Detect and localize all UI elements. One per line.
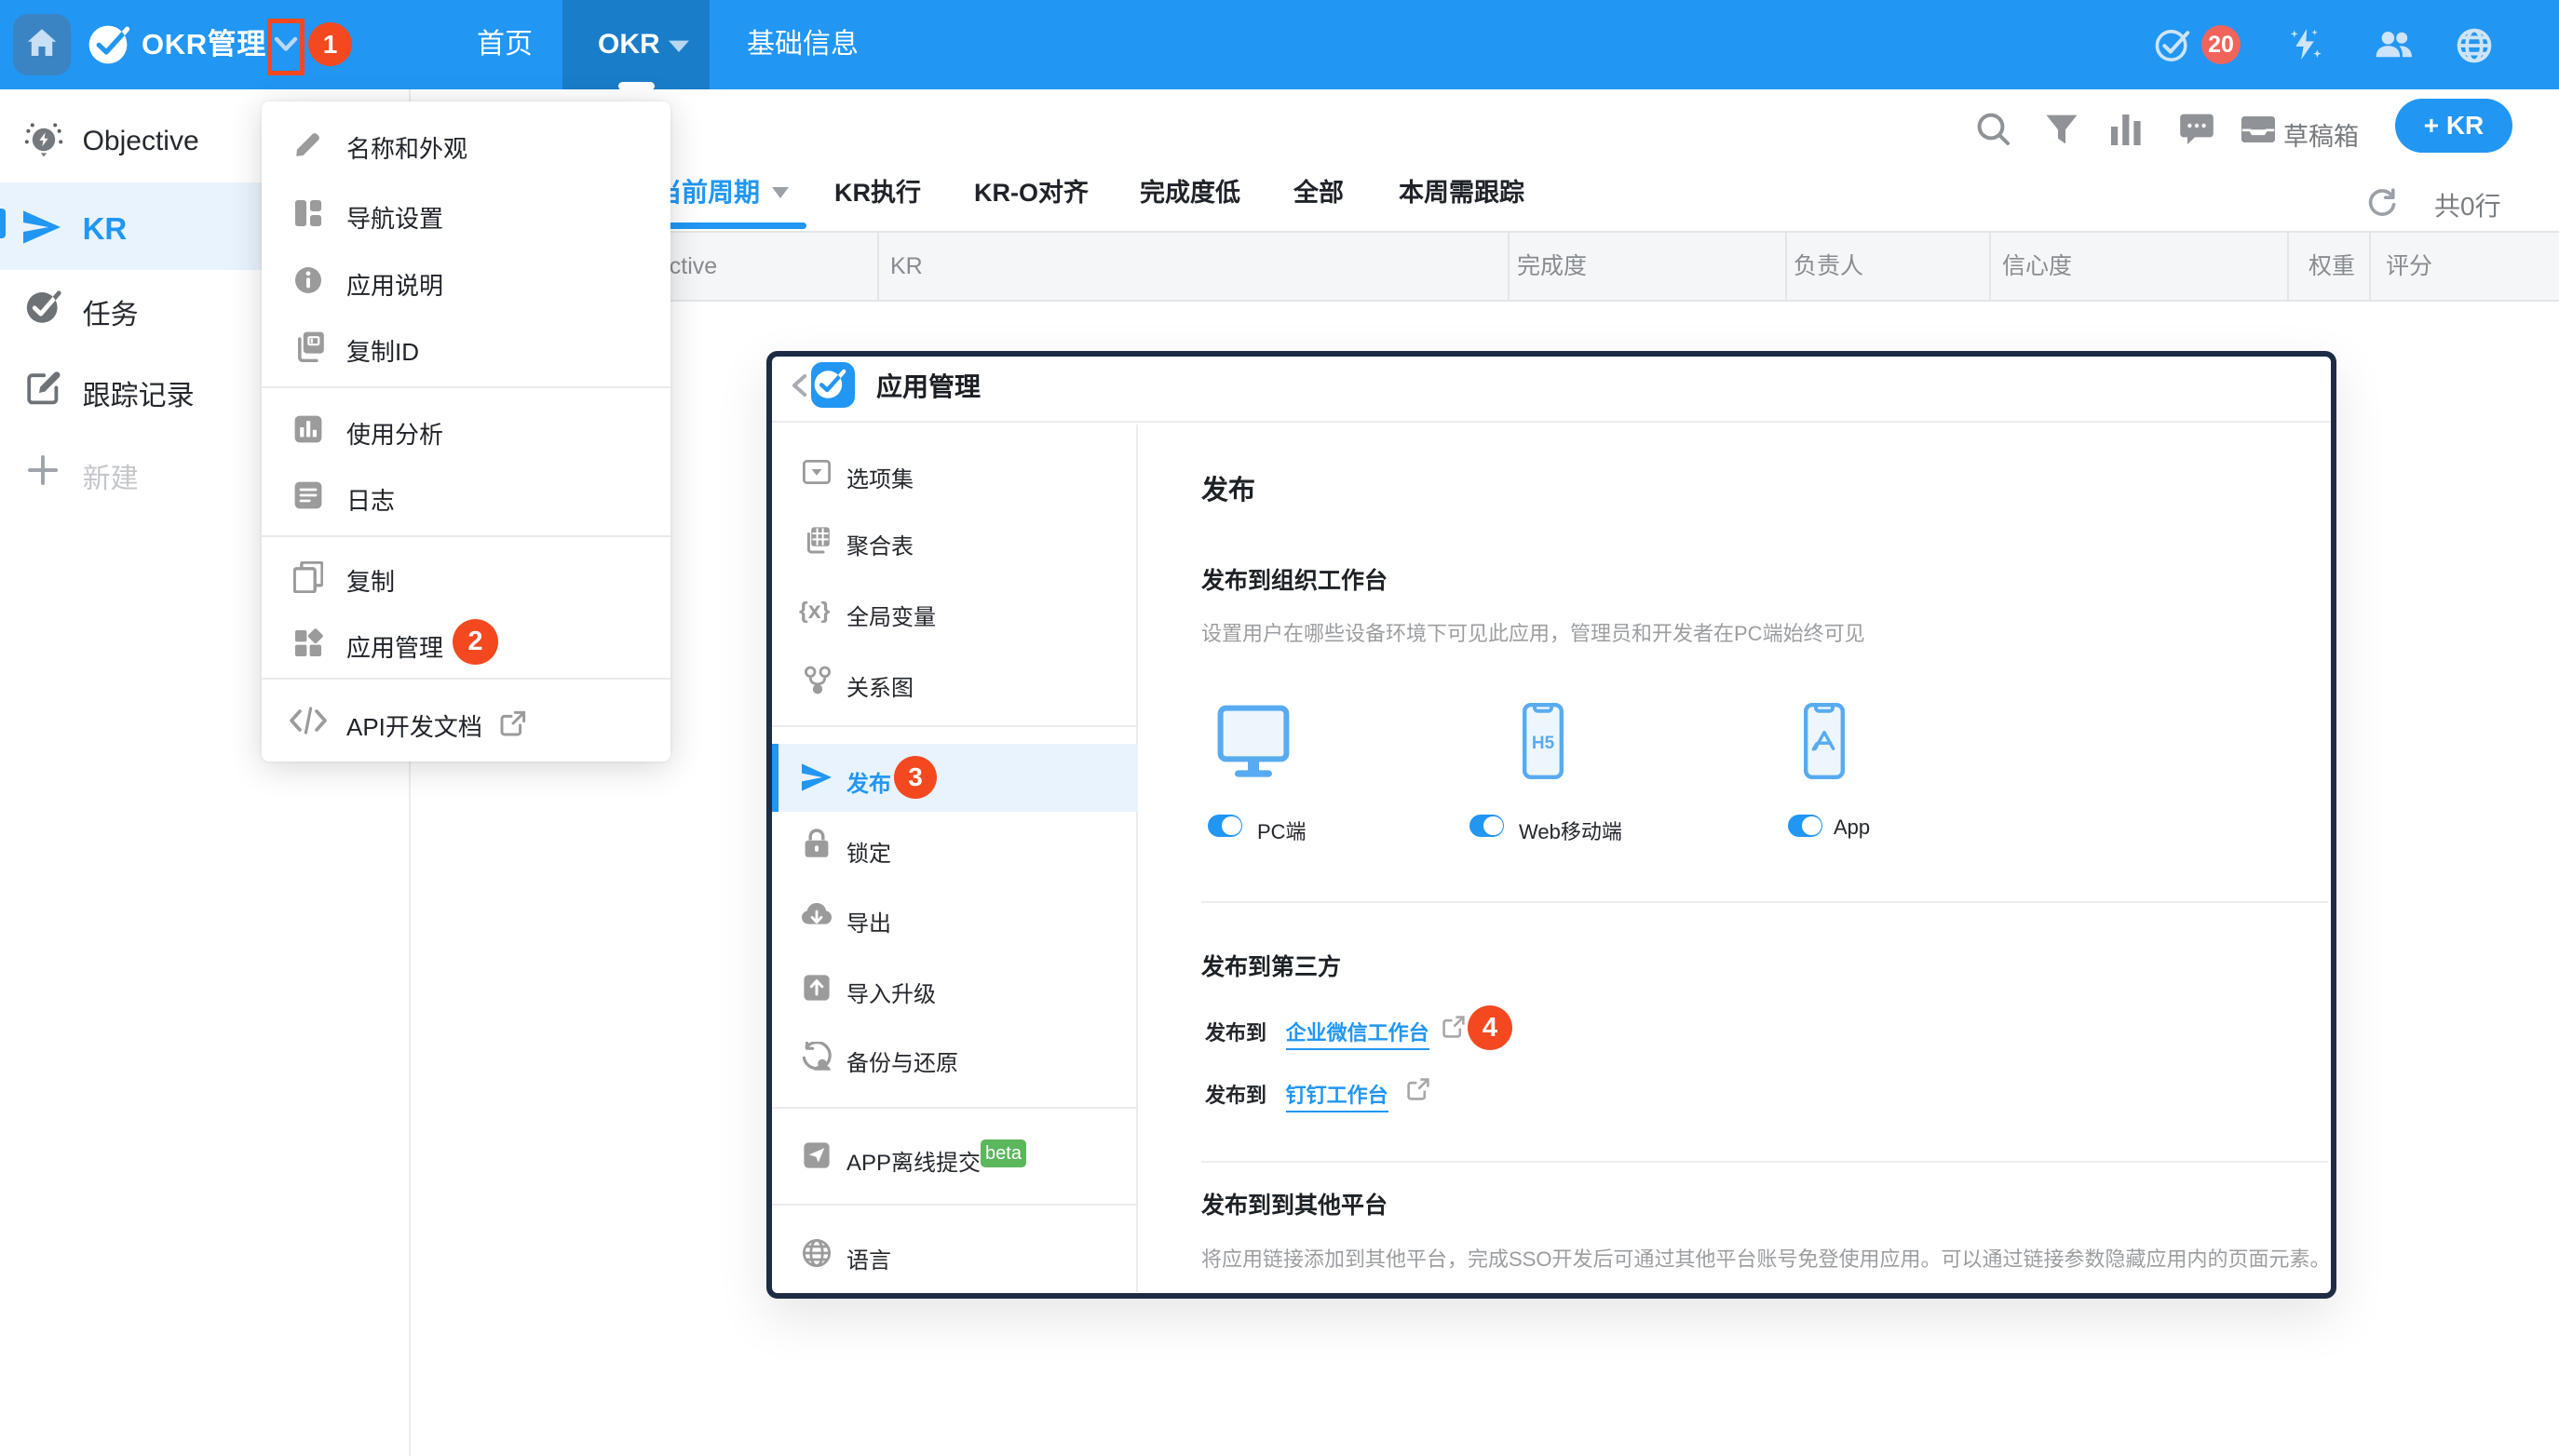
- svg-text:H5: H5: [1532, 734, 1555, 753]
